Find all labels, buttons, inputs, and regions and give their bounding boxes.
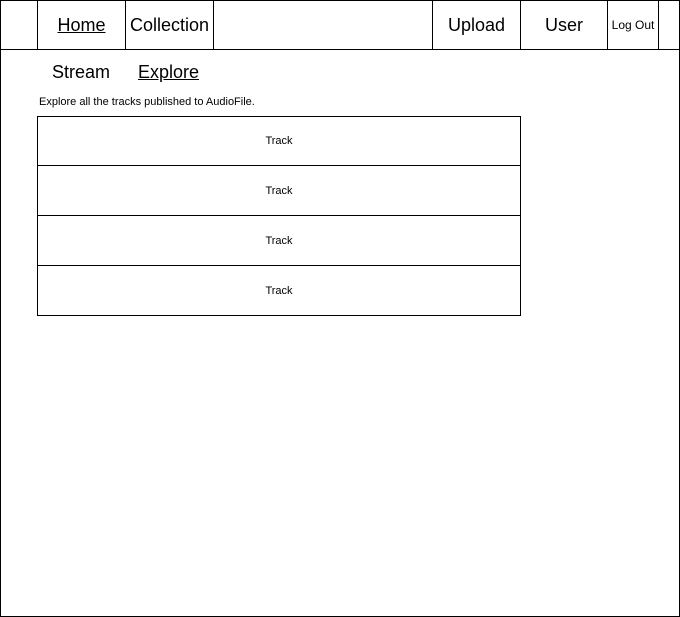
nav-upload-label: Upload bbox=[447, 14, 506, 35]
subnav-explore-label: Explore bbox=[138, 62, 200, 82]
nav-logout-button[interactable]: Log Out bbox=[608, 1, 659, 50]
track-row[interactable]: Track bbox=[37, 116, 521, 166]
track-row[interactable]: Track bbox=[37, 216, 521, 266]
nav-logout-label: Log Out bbox=[611, 18, 655, 32]
nav-collection-label: Collection bbox=[129, 14, 210, 35]
subnav-stream-link[interactable]: Stream bbox=[52, 61, 110, 83]
nav-home-button[interactable]: Home bbox=[37, 1, 126, 50]
subnav-stream-label: Stream bbox=[52, 62, 111, 82]
nav-collection-button[interactable]: Collection bbox=[126, 1, 214, 50]
nav-home-label: Home bbox=[57, 14, 106, 35]
subnav-explore-link[interactable]: Explore bbox=[138, 61, 199, 83]
header-right-spacer bbox=[659, 1, 679, 50]
track-label: Track bbox=[265, 234, 293, 247]
track-row[interactable]: Track bbox=[37, 266, 521, 316]
track-row[interactable]: Track bbox=[37, 166, 521, 216]
nav-upload-button[interactable]: Upload bbox=[433, 1, 521, 50]
app-frame: Home Collection Upload User Log Out Stre… bbox=[0, 0, 680, 617]
header-left-spacer bbox=[1, 1, 37, 50]
track-label: Track bbox=[265, 135, 293, 147]
header-center-spacer bbox=[214, 1, 433, 50]
explore-description: Explore all the tracks published to Audi… bbox=[39, 96, 255, 108]
nav-user-button[interactable]: User bbox=[521, 1, 608, 50]
track-label: Track bbox=[265, 184, 293, 197]
track-label: Track bbox=[265, 284, 293, 297]
track-list: Track Track Track Track bbox=[37, 116, 521, 316]
nav-user-label: User bbox=[544, 14, 583, 35]
